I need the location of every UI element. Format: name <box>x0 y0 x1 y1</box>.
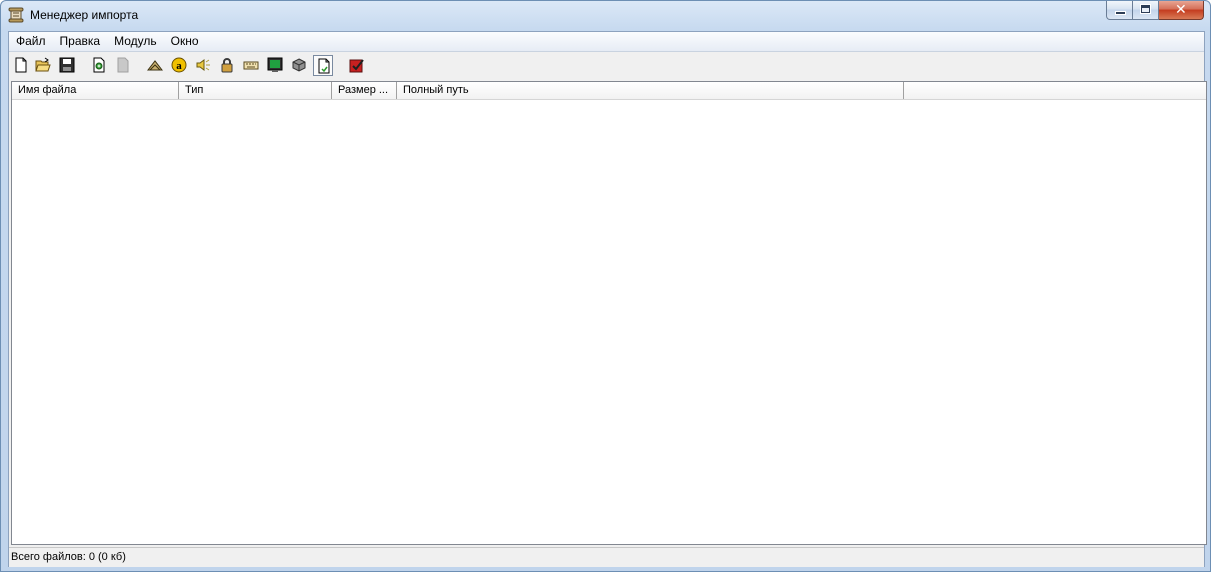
app-window: Менеджер импорта ✕ Файл Правка Модуль Ок… <box>0 0 1211 572</box>
save-disk-icon <box>59 57 75 73</box>
list-header: Имя файла Тип Размер ... Полный путь <box>12 82 1206 100</box>
sound-button[interactable] <box>193 55 213 76</box>
column-header-filename[interactable]: Имя файла <box>12 82 179 99</box>
new-button[interactable] <box>11 55 31 76</box>
save-button[interactable] <box>57 55 77 76</box>
add-file-button[interactable] <box>89 55 109 76</box>
keyboard-button[interactable] <box>241 55 261 76</box>
lock-icon <box>221 58 233 73</box>
keyboard-icon <box>243 61 259 70</box>
svg-text:a: a <box>176 60 182 72</box>
import-file-button[interactable] <box>313 55 333 76</box>
status-text: Всего файлов: 0 (0 кб) <box>11 551 126 563</box>
open-button[interactable] <box>33 55 53 76</box>
window-controls: ✕ <box>1106 1 1204 21</box>
client-area: Файл Правка Модуль Окно a Имя файла Тип … <box>8 31 1207 567</box>
add-file-icon <box>93 57 105 73</box>
scroll-app-icon[interactable] <box>8 7 24 23</box>
new-document-icon <box>15 57 27 73</box>
status-bar: Всего файлов: 0 (0 кб) <box>9 547 1204 567</box>
box-icon <box>292 58 306 72</box>
menu-module[interactable]: Модуль <box>107 32 164 51</box>
close-button[interactable]: ✕ <box>1159 1 1204 20</box>
column-header-filler <box>904 82 1206 99</box>
list-body[interactable] <box>12 100 1206 544</box>
file-list[interactable]: Имя файла Тип Размер ... Полный путь <box>11 81 1207 545</box>
close-icon: ✕ <box>1175 2 1187 18</box>
menu-file[interactable]: Файл <box>9 32 53 51</box>
monitor-button[interactable] <box>265 55 285 76</box>
title-bar[interactable]: Менеджер импорта ✕ <box>1 1 1210 31</box>
font-button[interactable]: a <box>169 55 189 76</box>
maximize-button[interactable] <box>1133 1 1159 20</box>
open-folder-icon <box>35 57 51 72</box>
window-title: Менеджер импорта <box>30 8 139 22</box>
monitor-icon <box>267 57 283 72</box>
checklist-icon <box>349 59 364 73</box>
font-icon: a <box>171 57 187 73</box>
column-header-size[interactable]: Размер ... <box>332 82 397 99</box>
file-import-icon <box>318 58 330 74</box>
terrain-icon <box>147 60 163 71</box>
column-header-full-path[interactable]: Полный путь <box>397 82 904 99</box>
speaker-icon <box>196 59 210 71</box>
menu-bar: Файл Правка Модуль Окно <box>9 32 1204 52</box>
column-header-type[interactable]: Тип <box>179 82 332 99</box>
toolbar: a <box>9 53 1204 79</box>
checklist-button[interactable] <box>347 55 367 76</box>
package-button[interactable] <box>289 55 309 76</box>
terrain-button[interactable] <box>145 55 165 76</box>
remove-file-button[interactable] <box>113 55 133 76</box>
minimize-button[interactable] <box>1106 1 1133 20</box>
maximize-icon <box>1141 5 1150 13</box>
minimize-icon <box>1116 12 1125 14</box>
remove-file-icon <box>117 57 129 73</box>
menu-edit[interactable]: Правка <box>53 32 108 51</box>
menu-window[interactable]: Окно <box>164 32 206 51</box>
lock-button[interactable] <box>217 55 237 76</box>
